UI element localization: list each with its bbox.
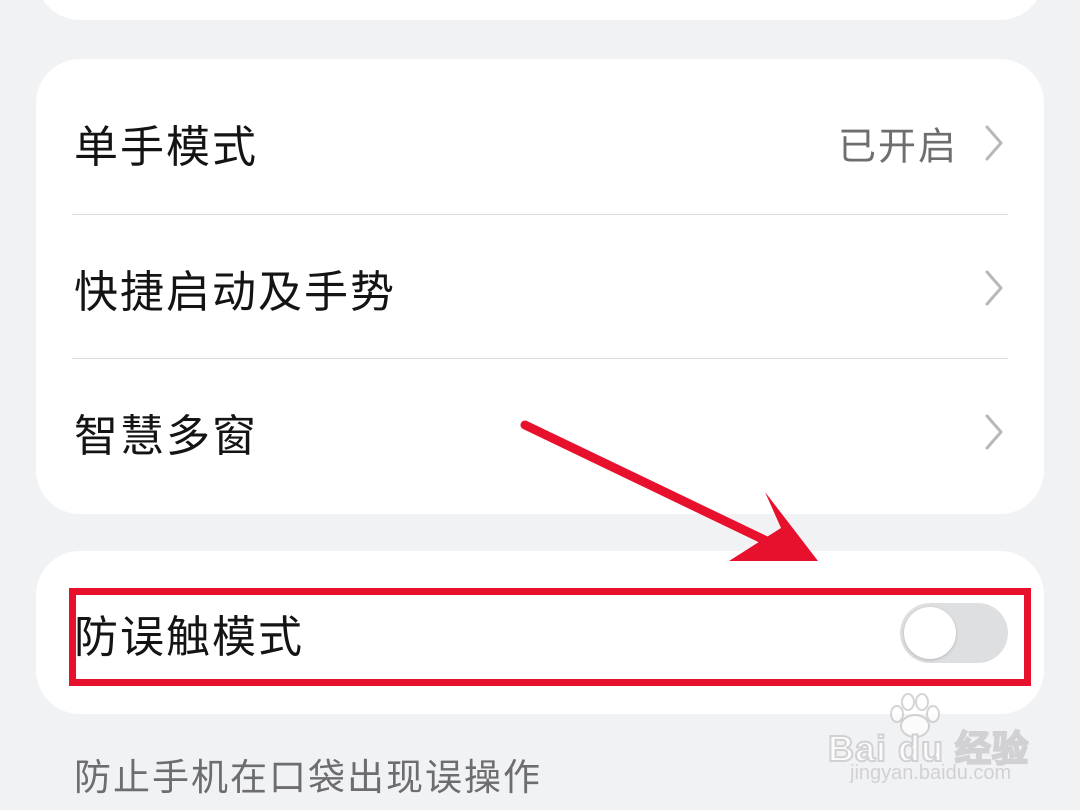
accidental-touch-description: 防止手机在口袋出现误操作 — [74, 756, 542, 799]
watermark-url: jingyan.baidu.com — [850, 762, 1012, 784]
accidental-touch-label: 防误触模式 — [74, 612, 304, 663]
divider — [72, 214, 1008, 215]
settings-card: 单手模式 已开启 快捷启动及手势 智慧多窗 — [36, 59, 1044, 514]
one-hand-mode-row[interactable]: 单手模式 已开启 — [36, 71, 1044, 215]
quick-launch-gestures-row[interactable]: 快捷启动及手势 — [36, 216, 1044, 360]
accidental-touch-toggle[interactable] — [900, 603, 1008, 663]
accidental-touch-row: 防误触模式 — [36, 561, 1044, 705]
previous-settings-card — [36, 0, 1044, 20]
smart-multi-window-label: 智慧多窗 — [74, 411, 258, 462]
smart-multi-window-row[interactable]: 智慧多窗 — [36, 360, 1044, 504]
one-hand-mode-label: 单手模式 — [74, 122, 258, 173]
accidental-touch-card: 防误触模式 — [36, 551, 1044, 714]
chevron-right-icon — [985, 270, 1003, 306]
chevron-right-icon — [985, 414, 1003, 450]
quick-launch-gestures-label: 快捷启动及手势 — [74, 267, 396, 318]
one-hand-mode-status: 已开启 — [837, 124, 958, 169]
divider — [72, 358, 1008, 359]
toggle-knob — [904, 607, 956, 659]
chevron-right-icon — [985, 125, 1003, 161]
watermark-brand: Bai du 经验 — [827, 727, 1030, 770]
